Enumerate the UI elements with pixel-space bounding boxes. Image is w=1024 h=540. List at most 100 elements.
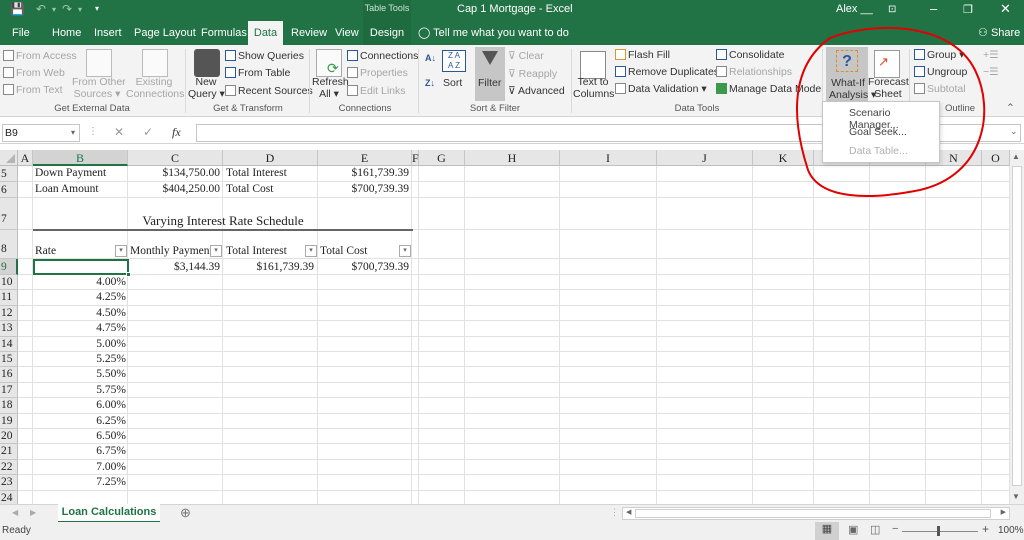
vertical-scrollbar[interactable]: ▲ ▼ (1010, 150, 1024, 504)
tab-file[interactable]: File (6, 21, 36, 45)
cell-D5[interactable]: Total Interest (226, 167, 287, 179)
tab-home[interactable]: Home (46, 21, 87, 45)
page-break-view-icon[interactable]: ◫ (870, 523, 880, 536)
page-layout-view-icon[interactable]: ▣ (848, 523, 858, 536)
from-other-sources-button[interactable]: From Other Sources ▾ (72, 76, 126, 100)
scroll-left-icon[interactable]: ◀ (626, 508, 631, 516)
horizontal-scroll-thumb[interactable] (635, 509, 991, 518)
tab-data[interactable]: Data (248, 21, 283, 45)
relationships-button[interactable]: Relationships (716, 66, 792, 78)
what-if-analysis-button[interactable]: ? What-If Analysis ▾ (826, 47, 876, 101)
cell-E9[interactable]: $700,739.39 (317, 261, 410, 273)
row-header-6[interactable]: 6 (0, 182, 18, 198)
user-name[interactable]: Alex __ (836, 3, 873, 15)
hide-detail-icon[interactable]: −☰ (983, 66, 999, 78)
enter-icon[interactable]: ✓ (143, 125, 153, 139)
column-header-E[interactable]: E (318, 150, 412, 166)
manage-data-model-button[interactable]: Manage Data Model (716, 83, 824, 95)
row-header-10[interactable]: 10 (0, 275, 18, 291)
filter-dropdown-rate[interactable]: ▾ (115, 245, 127, 257)
column-header-B[interactable]: B (33, 150, 128, 166)
tab-split-handle[interactable]: ⋮ (610, 507, 619, 518)
recent-sources-button[interactable]: Recent Sources (225, 85, 313, 97)
insert-function-icon[interactable]: fx (172, 125, 181, 140)
undo-dropdown-icon[interactable]: ▾ (52, 5, 56, 14)
save-icon[interactable]: 💾 (10, 2, 25, 16)
flash-fill-button[interactable]: Flash Fill (615, 49, 670, 61)
sheet-tab-loan-calculations[interactable]: Loan Calculations (58, 504, 160, 523)
row-header-14[interactable]: 14 (0, 336, 18, 352)
column-header-G[interactable]: G (419, 150, 465, 166)
cell-B9-selected[interactable] (33, 259, 129, 275)
add-sheet-icon[interactable]: ⊕ (180, 505, 191, 521)
horizontal-scrollbar[interactable]: ◀ ▶ (622, 507, 1010, 520)
row-header-21[interactable]: 21 (0, 444, 18, 460)
sort-ascending-button[interactable]: A↓ (425, 53, 436, 63)
subtotal-button[interactable]: Subtotal (914, 83, 966, 95)
show-queries-button[interactable]: Show Queries (225, 50, 304, 62)
column-header-C[interactable]: C (128, 150, 223, 166)
zoom-out-icon[interactable]: − (892, 523, 898, 535)
text-to-columns-button[interactable]: Text to Columns (573, 76, 614, 100)
row-header-9[interactable]: 9 (0, 259, 18, 275)
properties-button[interactable]: Properties (347, 67, 408, 79)
rate-cell-B18[interactable]: 6.00% (33, 399, 126, 411)
tab-review[interactable]: Review (285, 21, 333, 45)
name-box-dropdown-icon[interactable]: ▾ (71, 125, 75, 141)
column-header-J[interactable]: J (657, 150, 753, 166)
cell-B6[interactable]: Loan Amount (35, 183, 99, 195)
filter-button[interactable]: Filter (475, 47, 505, 101)
column-header-D[interactable]: D (223, 150, 318, 166)
select-all-corner[interactable] (0, 150, 18, 166)
refresh-all-button[interactable]: Refresh All ▾ (312, 76, 349, 100)
row-header-23[interactable]: 23 (0, 475, 18, 491)
new-query-button[interactable]: New Query ▾ (188, 76, 225, 100)
row-header-15[interactable]: 15 (0, 352, 18, 368)
cell-E5[interactable]: $161,739.39 (317, 167, 410, 179)
column-header-A[interactable]: A (18, 150, 33, 166)
from-table-button[interactable]: From Table (225, 67, 290, 79)
customize-toolbar-icon[interactable]: ▾ (95, 4, 99, 13)
rate-cell-B16[interactable]: 5.50% (33, 368, 126, 380)
ribbon-display-icon[interactable]: ⊡ (888, 4, 896, 15)
rate-cell-B14[interactable]: 5.00% (33, 338, 126, 350)
clear-filter-button[interactable]: ⊽ Clear (508, 50, 544, 62)
row-header-17[interactable]: 17 (0, 382, 18, 399)
zoom-slider-thumb[interactable] (937, 526, 940, 536)
rate-cell-B11[interactable]: 4.25% (33, 291, 126, 303)
worksheet-grid[interactable]: ABCDEFGHIJKLMNO 567891011121314151617181… (0, 150, 1010, 504)
undo-icon[interactable]: ↶ (36, 2, 46, 16)
existing-connections-button[interactable]: Existing Connections (126, 76, 184, 100)
filter-dropdown-monthly-payment[interactable]: ▾ (210, 245, 222, 257)
normal-view-icon[interactable]: ▦ (815, 522, 839, 540)
advanced-filter-button[interactable]: ⊽ Advanced (508, 85, 565, 97)
minimize-icon[interactable]: – (930, 1, 937, 16)
row-header-11[interactable]: 11 (0, 290, 18, 306)
row-header-19[interactable]: 19 (0, 413, 18, 429)
prev-sheet-icon[interactable]: ◀ (12, 508, 18, 517)
zoom-level[interactable]: 100% (998, 525, 1024, 536)
vertical-scroll-thumb[interactable] (1012, 166, 1022, 486)
column-header-O[interactable]: O (982, 150, 1010, 166)
redo-icon[interactable]: ↷ (62, 2, 72, 16)
column-header-H[interactable]: H (465, 150, 560, 166)
restore-icon[interactable]: ❐ (963, 3, 973, 16)
row-header-13[interactable]: 13 (0, 321, 18, 337)
row-header-12[interactable]: 12 (0, 305, 18, 322)
rate-cell-B22[interactable]: 7.00% (33, 461, 126, 473)
next-sheet-icon[interactable]: ▶ (30, 508, 36, 517)
scroll-right-icon[interactable]: ▶ (1001, 508, 1006, 516)
rate-cell-B19[interactable]: 6.25% (33, 415, 126, 427)
remove-duplicates-button[interactable]: Remove Duplicates (615, 66, 719, 78)
from-web-button[interactable]: From Web (3, 67, 65, 79)
cell-B5[interactable]: Down Payment (35, 167, 106, 179)
column-header-K[interactable]: K (753, 150, 814, 166)
rate-cell-B15[interactable]: 5.25% (33, 353, 126, 365)
column-header-I[interactable]: I (560, 150, 657, 166)
cell-E6[interactable]: $700,739.39 (317, 183, 410, 195)
cell-C5[interactable]: $134,750.00 (128, 167, 221, 179)
tab-insert[interactable]: Insert (88, 21, 128, 45)
data-validation-button[interactable]: Data Validation ▾ (615, 83, 707, 95)
from-text-button[interactable]: From Text (3, 84, 62, 96)
forecast-sheet-button[interactable]: Forecast Sheet (868, 76, 909, 100)
